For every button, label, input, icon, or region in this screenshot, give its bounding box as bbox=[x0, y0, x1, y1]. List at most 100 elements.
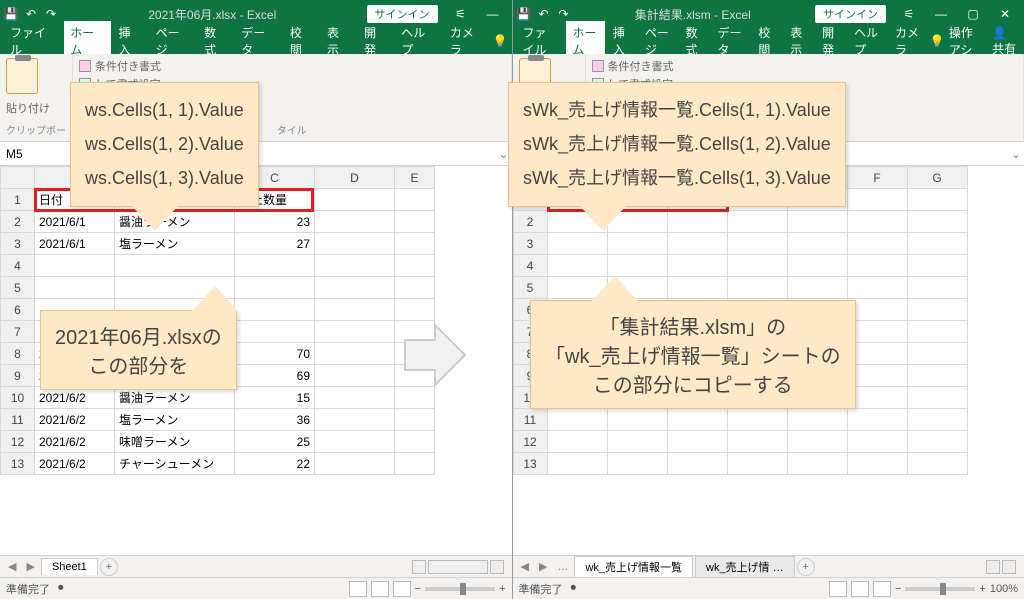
cell[interactable] bbox=[315, 255, 395, 277]
sheet-tab[interactable]: Sheet1 bbox=[41, 558, 98, 575]
cell[interactable] bbox=[315, 299, 395, 321]
cell[interactable] bbox=[727, 233, 787, 255]
hscroll-left-icon[interactable] bbox=[412, 560, 426, 574]
cond-format-button[interactable]: 条件付き書式 bbox=[592, 58, 1018, 74]
save-icon[interactable]: 💾 bbox=[4, 7, 18, 21]
cell[interactable] bbox=[727, 211, 787, 233]
cell[interactable] bbox=[847, 321, 907, 343]
cell[interactable] bbox=[787, 233, 847, 255]
close-icon[interactable]: ✕ bbox=[990, 4, 1020, 24]
redo-icon[interactable]: ↷ bbox=[557, 7, 571, 21]
zoom-in-icon[interactable]: + bbox=[499, 583, 505, 595]
view-normal-icon[interactable] bbox=[829, 581, 847, 597]
hscroll-thumb[interactable] bbox=[428, 560, 488, 574]
zoom-slider[interactable] bbox=[425, 587, 495, 591]
cell[interactable]: 2021/6/1 bbox=[35, 233, 115, 255]
macro-record-icon[interactable]: ⏺ bbox=[571, 582, 577, 595]
row-header[interactable]: 5 bbox=[513, 277, 547, 299]
select-all-corner[interactable] bbox=[1, 167, 35, 189]
cell[interactable] bbox=[667, 409, 727, 431]
add-sheet-icon[interactable]: + bbox=[797, 558, 815, 576]
minimize-icon[interactable]: — bbox=[926, 4, 956, 24]
cell[interactable]: 塩ラーメン bbox=[115, 233, 235, 255]
sheet-nav-next-icon[interactable]: ▶ bbox=[22, 560, 38, 573]
cell[interactable] bbox=[907, 431, 967, 453]
paste-icon[interactable] bbox=[6, 58, 38, 94]
cell[interactable] bbox=[847, 255, 907, 277]
row-header[interactable]: 11 bbox=[513, 409, 547, 431]
cell[interactable] bbox=[315, 453, 395, 475]
cell[interactable] bbox=[907, 299, 967, 321]
cell[interactable] bbox=[847, 387, 907, 409]
sheet-tab[interactable]: wk_売上げ情 … bbox=[695, 556, 795, 577]
cell[interactable] bbox=[847, 453, 907, 475]
sheet-nav-next-icon[interactable]: ▶ bbox=[535, 560, 551, 573]
cell[interactable] bbox=[235, 255, 315, 277]
cell[interactable] bbox=[907, 255, 967, 277]
cell[interactable]: 味噌ラーメン bbox=[115, 431, 235, 453]
view-layout-icon[interactable] bbox=[371, 581, 389, 597]
cell[interactable] bbox=[607, 453, 667, 475]
cell[interactable] bbox=[727, 409, 787, 431]
row-header[interactable]: 6 bbox=[1, 299, 35, 321]
hscroll-left-icon[interactable] bbox=[986, 560, 1000, 574]
sheet-nav-more-icon[interactable]: … bbox=[553, 561, 572, 573]
cell[interactable] bbox=[607, 431, 667, 453]
cell[interactable] bbox=[395, 255, 435, 277]
cell[interactable] bbox=[395, 233, 435, 255]
view-normal-icon[interactable] bbox=[349, 581, 367, 597]
view-break-icon[interactable] bbox=[873, 581, 891, 597]
cell[interactable] bbox=[667, 211, 727, 233]
cell[interactable]: 23 bbox=[235, 211, 315, 233]
col-header[interactable]: G bbox=[907, 167, 967, 189]
cell[interactable] bbox=[667, 453, 727, 475]
cell[interactable] bbox=[907, 409, 967, 431]
cell[interactable] bbox=[315, 189, 395, 211]
zoom-out-icon[interactable]: − bbox=[895, 583, 901, 595]
undo-icon[interactable]: ↶ bbox=[537, 7, 551, 21]
tell-me-icon[interactable]: 💡 bbox=[493, 34, 508, 48]
cell[interactable] bbox=[395, 211, 435, 233]
cond-format-button[interactable]: 条件付き書式 bbox=[79, 58, 505, 74]
cell[interactable] bbox=[907, 453, 967, 475]
sheet-nav-prev-icon[interactable]: ◀ bbox=[4, 560, 20, 573]
cell[interactable] bbox=[667, 431, 727, 453]
cell[interactable]: 15 bbox=[235, 387, 315, 409]
expand-formula-icon[interactable]: ⌄ bbox=[1008, 147, 1024, 161]
cell[interactable] bbox=[607, 409, 667, 431]
cell[interactable] bbox=[607, 255, 667, 277]
cell[interactable] bbox=[667, 255, 727, 277]
row-header[interactable]: 3 bbox=[1, 233, 35, 255]
row-header[interactable]: 10 bbox=[1, 387, 35, 409]
cell[interactable] bbox=[667, 277, 727, 299]
cell[interactable] bbox=[235, 277, 315, 299]
cell[interactable]: チャーシューメン bbox=[115, 453, 235, 475]
row-header[interactable]: 13 bbox=[513, 453, 547, 475]
save-icon[interactable]: 💾 bbox=[517, 7, 531, 21]
cell[interactable] bbox=[907, 365, 967, 387]
undo-icon[interactable]: ↶ bbox=[24, 7, 38, 21]
cell[interactable] bbox=[547, 255, 607, 277]
row-header[interactable]: 9 bbox=[1, 365, 35, 387]
cell[interactable] bbox=[315, 343, 395, 365]
cell[interactable] bbox=[395, 431, 435, 453]
row-header[interactable]: 2 bbox=[513, 211, 547, 233]
cell[interactable] bbox=[787, 255, 847, 277]
cell[interactable] bbox=[547, 453, 607, 475]
cell[interactable] bbox=[787, 431, 847, 453]
share-button[interactable]: 👤 共有 bbox=[992, 26, 1020, 57]
sheet-nav-prev-icon[interactable]: ◀ bbox=[517, 560, 533, 573]
cell[interactable]: 27 bbox=[235, 233, 315, 255]
cell[interactable]: 25 bbox=[235, 431, 315, 453]
cell[interactable] bbox=[907, 233, 967, 255]
cell[interactable] bbox=[907, 277, 967, 299]
cell[interactable]: 2021/6/2 bbox=[35, 431, 115, 453]
cell[interactable] bbox=[847, 365, 907, 387]
cell[interactable] bbox=[847, 409, 907, 431]
cell[interactable]: 2021/6/2 bbox=[35, 453, 115, 475]
row-header[interactable]: 12 bbox=[1, 431, 35, 453]
cell[interactable]: 36 bbox=[235, 409, 315, 431]
macro-record-icon[interactable]: ⏺ bbox=[58, 582, 64, 595]
cell[interactable] bbox=[395, 409, 435, 431]
cell[interactable]: 69 bbox=[235, 365, 315, 387]
